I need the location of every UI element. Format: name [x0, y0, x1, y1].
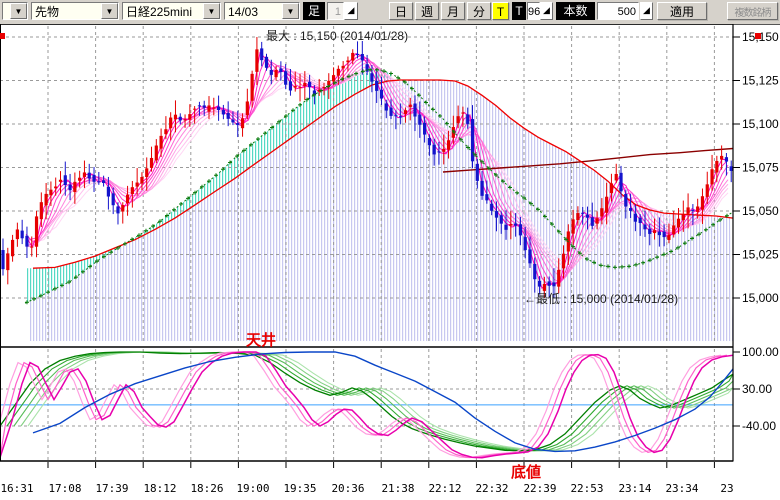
svg-text:15,050: 15,050 — [742, 204, 779, 218]
svg-text:18:12: 18:12 — [143, 482, 176, 495]
svg-text:23: 23 — [720, 482, 733, 495]
svg-text:16:31: 16:31 — [0, 482, 33, 495]
chevron-down-icon[interactable]: ▼ — [10, 3, 27, 19]
bar-label: 足 — [303, 2, 325, 20]
trading-chart-app: ▼ 先物 ▼ 日経225mini ▼ 14/03 ▼ 足 1 ◢ 日 週 月 分… — [0, 0, 780, 500]
bar-count-label: 本数 — [556, 2, 595, 20]
svg-text:18:26: 18:26 — [190, 482, 223, 495]
bar-interval-field[interactable]: 1 — [327, 2, 344, 20]
time-axis: 16:31 17:08 17:39 18:12 18:26 19:00 19:35 20:36… — [0, 462, 733, 495]
contract-month-select[interactable]: 14/03 ▼ — [224, 2, 300, 20]
svg-text:15,025: 15,025 — [742, 248, 779, 262]
svg-text:23:34: 23:34 — [665, 482, 698, 495]
max-price-annotation: 最大 : 15,150 (2014/01/28) — [266, 27, 408, 44]
period-day-button[interactable]: 日 — [389, 2, 413, 20]
ceiling-label: 天井 — [246, 329, 276, 350]
svg-text:22:32: 22:32 — [475, 482, 508, 495]
price-axis: 15,15015,12515,10015,07515,05015,02515,0… — [733, 30, 779, 433]
contract-value: 14/03 — [225, 3, 282, 19]
period-week-button[interactable]: 週 — [415, 2, 439, 20]
svg-text:21:38: 21:38 — [381, 482, 414, 495]
apply-button[interactable]: 適用 — [657, 2, 707, 20]
svg-text:20:36: 20:36 — [331, 482, 364, 495]
svg-text:19:00: 19:00 — [236, 482, 269, 495]
tick-count-field[interactable]: 96 — [527, 2, 540, 20]
tick-count-label: T — [512, 2, 526, 20]
chevron-down-icon[interactable]: ▼ — [101, 3, 118, 19]
svg-text:17:39: 17:39 — [95, 482, 128, 495]
svg-text:15,075: 15,075 — [742, 161, 779, 175]
bar-count-field[interactable]: 500 — [597, 2, 639, 20]
mini-dropdown[interactable]: ▼ — [2, 2, 28, 20]
period-minute-button[interactable]: 分 — [467, 2, 491, 20]
multi-symbol-button[interactable]: 複数銘柄 — [727, 2, 778, 20]
svg-text:15,100: 15,100 — [742, 117, 779, 131]
svg-text:22:53: 22:53 — [570, 482, 603, 495]
bar-interval-spin-icon[interactable]: ◢ — [344, 2, 358, 20]
symbol-value: 日経225mini — [123, 3, 203, 19]
min-price-annotation: ←最低 : 15,000 (2014/01/28) — [524, 290, 678, 307]
tick-count-spin-icon[interactable]: ◢ — [540, 2, 553, 20]
svg-text:15,125: 15,125 — [742, 74, 779, 88]
rci-mid-line — [0, 352, 733, 451]
category-value: 先物 — [32, 3, 101, 19]
chevron-down-icon[interactable]: ▼ — [203, 3, 220, 19]
svg-text:-40.00: -40.00 — [742, 419, 776, 433]
period-month-button[interactable]: 月 — [441, 2, 465, 20]
svg-text:30.00: 30.00 — [742, 382, 772, 396]
chart-canvas[interactable]: 15,15015,12515,10015,07515,05015,02515,0… — [0, 24, 780, 500]
left-edge-marker — [0, 33, 5, 39]
chevron-down-icon[interactable]: ▼ — [282, 3, 299, 19]
svg-text:22:39: 22:39 — [523, 482, 556, 495]
svg-text:100.00: 100.00 — [742, 345, 779, 359]
svg-text:22:12: 22:12 — [428, 482, 461, 495]
right-edge-marker — [755, 33, 761, 39]
bar-count-spin-icon[interactable]: ◢ — [640, 2, 653, 20]
toolbar: ▼ 先物 ▼ 日経225mini ▼ 14/03 ▼ 足 1 ◢ 日 週 月 分… — [0, 0, 780, 25]
tick-mode-button[interactable]: T — [492, 2, 509, 20]
svg-text:23:14: 23:14 — [618, 482, 651, 495]
symbol-select[interactable]: 日経225mini ▼ — [122, 2, 221, 20]
bottom-label: 底値 — [511, 461, 541, 482]
svg-text:15,000: 15,000 — [742, 291, 779, 305]
svg-text:19:35: 19:35 — [283, 482, 316, 495]
svg-text:17:08: 17:08 — [48, 482, 81, 495]
category-select[interactable]: 先物 ▼ — [31, 2, 119, 20]
